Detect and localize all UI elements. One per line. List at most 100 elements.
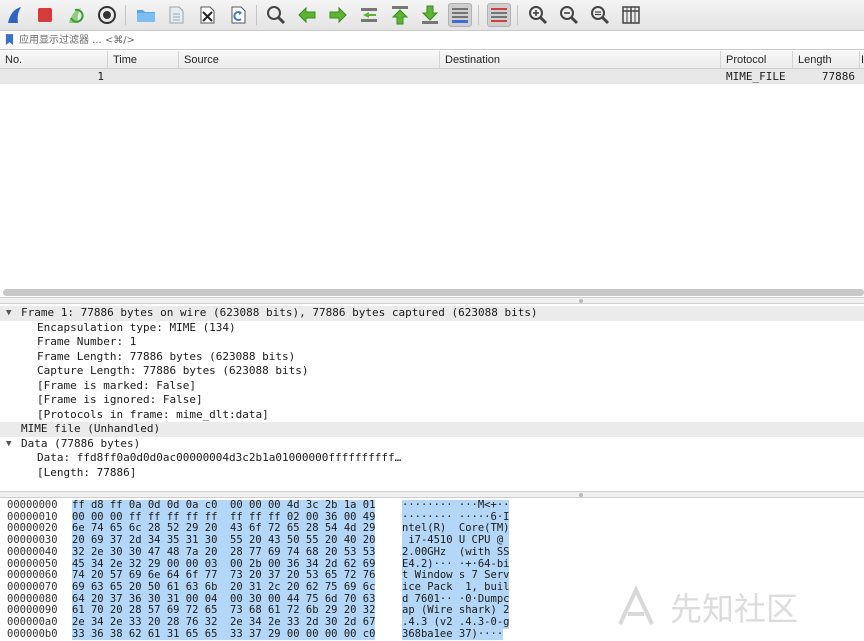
save-file-icon xyxy=(169,6,184,24)
hex-offset: 000000b0 xyxy=(7,627,58,640)
column-header-length[interactable]: Length xyxy=(793,51,860,69)
start-capture-icon xyxy=(8,7,21,23)
tree-item-label: Data: ffd8ff0a0d0d0ac00000004d3c2b1a0100… xyxy=(37,451,402,464)
tree-item-data[interactable]: ▼ Data (77886 bytes) xyxy=(0,437,864,452)
hex-row[interactable]: 00000000 ff d8 ff 0a 0d 0d 0a c0 00 00 00… xyxy=(0,499,864,512)
packet-list-header: No. Time Source Destination Protocol Len… xyxy=(0,51,864,69)
tree-item-label: MIME file (Unhandled) xyxy=(21,422,161,435)
column-header-source[interactable]: Source xyxy=(179,51,440,69)
tree-item-label: [Frame is marked: False] xyxy=(37,378,196,392)
close-file-button[interactable] xyxy=(195,3,219,27)
tree-item[interactable]: Capture Length: 77886 bytes (623088 bits… xyxy=(0,364,864,379)
open-file-button[interactable] xyxy=(134,3,158,27)
expanded-triangle-icon[interactable]: ▼ xyxy=(6,437,15,452)
normal-size-icon xyxy=(591,6,610,25)
stop-capture-icon xyxy=(38,8,52,22)
start-capture-button[interactable] xyxy=(4,3,28,27)
last-packet-button[interactable] xyxy=(418,3,442,27)
hex-bytes: 2e 34 2e 33 20 28 76 32 2e 34 2e 33 2d 3… xyxy=(72,616,376,629)
packet-list-horizontal-scrollbar[interactable] xyxy=(3,289,864,296)
hex-ascii: 2.00GHz (with SS xyxy=(402,545,510,559)
toolbar-separator xyxy=(478,5,479,25)
hex-bytes: ff d8 ff 0a 0d 0d 0a c0 00 00 00 4d 3c 2… xyxy=(72,499,376,512)
auto-scroll-icon xyxy=(452,8,468,23)
hex-row[interactable]: 00000040 32 2e 30 30 47 48 7a 20 28 77 69… xyxy=(0,545,864,559)
go-to-packet-button[interactable] xyxy=(357,3,381,27)
close-file-icon xyxy=(200,6,215,24)
hex-bytes: 32 2e 30 30 47 48 7a 20 28 77 69 74 68 2… xyxy=(72,545,376,559)
column-header-destination[interactable]: Destination xyxy=(440,51,721,69)
packet-list: 1 MIME_FILE 77886 xyxy=(0,69,864,287)
packet-length: 77886 xyxy=(821,70,855,83)
tree-item-label: [Protocols in frame: mime_dlt:data] xyxy=(37,407,269,421)
main-toolbar xyxy=(0,0,864,31)
pane-splitter-bottom[interactable] xyxy=(0,491,864,498)
tree-item-frame[interactable]: ▼ Frame 1: 77886 bytes on wire (623088 b… xyxy=(0,306,864,321)
hex-offset: 000000a0 xyxy=(7,616,58,628)
hex-bytes: 69 63 65 20 50 61 63 6b 20 31 2c 20 62 7… xyxy=(72,580,376,594)
splitter-handle-icon xyxy=(579,493,583,497)
hex-row[interactable]: 000000a0 2e 34 2e 33 20 28 76 32 2e 34 2e… xyxy=(0,616,864,629)
last-packet-icon xyxy=(421,5,439,24)
column-header-protocol[interactable]: Protocol xyxy=(721,51,793,69)
expanded-triangle-icon[interactable]: ▼ xyxy=(6,306,15,321)
tree-item-label: Data (77886 bytes) xyxy=(21,436,141,450)
bookmark-icon[interactable] xyxy=(3,34,15,47)
hex-ascii: 368ba1ee 37)···· xyxy=(402,627,504,641)
go-forward-button[interactable] xyxy=(326,3,350,27)
go-to-packet-icon xyxy=(361,8,377,22)
tree-item[interactable]: [Frame is marked: False] xyxy=(0,379,864,394)
restart-capture-icon xyxy=(69,8,84,23)
colorize-button[interactable] xyxy=(487,3,511,27)
toolbar-separator xyxy=(517,5,518,25)
hex-row[interactable]: 000000b0 33 36 38 62 61 31 65 65 33 37 29… xyxy=(0,627,864,641)
hex-offset: 00000000 xyxy=(7,499,58,511)
go-forward-icon xyxy=(329,6,347,24)
reload-file-icon xyxy=(231,6,246,24)
stop-capture-button[interactable] xyxy=(33,3,57,27)
tree-item[interactable]: Frame Length: 77886 bytes (623088 bits) xyxy=(0,350,864,365)
packet-protocol: MIME_FILE xyxy=(726,70,786,83)
tree-item[interactable]: [Frame is ignored: False] xyxy=(0,393,864,408)
normal-size-button[interactable] xyxy=(588,3,612,27)
zoom-in-icon xyxy=(529,6,548,25)
hex-ascii: .4.3 (v2 .4.3-0-g xyxy=(402,616,510,629)
display-filter-input[interactable] xyxy=(19,31,839,49)
reload-file-button[interactable] xyxy=(226,3,250,27)
capture-options-button[interactable] xyxy=(95,3,119,27)
column-header-no[interactable]: No. xyxy=(0,51,108,69)
pane-splitter-top[interactable] xyxy=(0,297,864,304)
zoom-in-button[interactable] xyxy=(526,3,550,27)
go-back-icon xyxy=(298,6,316,24)
zoom-out-icon xyxy=(560,6,579,25)
tree-item[interactable]: [Length: 77886] xyxy=(0,466,864,481)
capture-options-icon xyxy=(98,6,116,24)
zoom-out-button[interactable] xyxy=(557,3,581,27)
first-packet-button[interactable] xyxy=(388,3,412,27)
find-packet-button[interactable] xyxy=(264,3,288,27)
packet-row[interactable]: 1 MIME_FILE 77886 xyxy=(0,69,864,84)
first-packet-icon xyxy=(391,6,409,25)
tree-item-label: [Frame is ignored: False] xyxy=(37,393,203,406)
toolbar-separator xyxy=(125,5,126,25)
tree-item[interactable]: Frame Number: 1 xyxy=(0,335,864,350)
save-file-button[interactable] xyxy=(164,3,188,27)
resize-columns-button[interactable] xyxy=(619,3,643,27)
tree-item-label: Encapsulation type: MIME (134) xyxy=(37,320,236,334)
packet-bytes-pane: 00000000 ff d8 ff 0a 0d 0d 0a c0 00 00 00… xyxy=(0,499,864,641)
restart-capture-button[interactable] xyxy=(64,3,88,27)
go-back-button[interactable] xyxy=(295,3,319,27)
tree-item-label: Frame Number: 1 xyxy=(37,335,137,348)
tree-item[interactable]: Data: ffd8ff0a0d0d0ac00000004d3c2b1a0100… xyxy=(0,451,864,466)
hex-offset: 00000070 xyxy=(7,580,58,593)
auto-scroll-button[interactable] xyxy=(448,3,472,27)
hex-offset: 00000040 xyxy=(7,545,58,558)
tree-item-mime[interactable]: MIME file (Unhandled) xyxy=(0,422,864,437)
column-header-time[interactable]: Time xyxy=(108,51,179,69)
tree-item[interactable]: [Protocols in frame: mime_dlt:data] xyxy=(0,408,864,423)
column-header-info[interactable]: I xyxy=(860,51,864,69)
tree-item[interactable]: Encapsulation type: MIME (134) xyxy=(0,321,864,336)
tree-item-label: Frame Length: 77886 bytes (623088 bits) xyxy=(37,349,296,363)
hex-bytes: 33 36 38 62 61 31 65 65 33 37 29 00 00 0… xyxy=(72,627,376,641)
hex-row[interactable]: 00000070 69 63 65 20 50 61 63 6b 20 31 2c… xyxy=(0,580,864,594)
